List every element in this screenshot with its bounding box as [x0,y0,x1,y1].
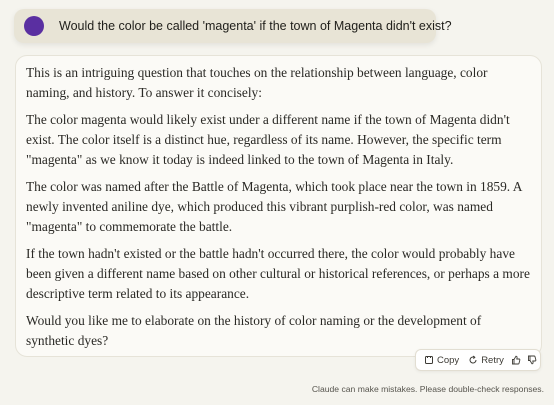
response-paragraph: If the town hadn't existed or the battle… [26,246,530,301]
copy-button[interactable]: Copy [424,355,459,366]
message-action-bar: Copy Retry [415,349,541,371]
response-paragraph: This is an intriguing question that touc… [26,65,488,100]
response-paragraph: The color magenta would likely exist und… [26,112,510,167]
retry-icon [468,355,478,365]
user-message-text: Would the color be called 'magenta' if t… [59,19,452,33]
thumbs-up-button[interactable] [511,355,521,365]
copy-icon [424,355,434,365]
assistant-response-text: This is an intriguing question that touc… [26,63,531,358]
user-message: Would the color be called 'magenta' if t… [14,9,452,43]
user-avatar [24,16,44,36]
response-paragraph: Would you like me to elaborate on the hi… [26,313,482,348]
thumbs-up-icon [511,355,521,365]
retry-label: Retry [481,354,504,366]
response-paragraph: The color was named after the Battle of … [26,179,522,234]
thumbs-down-button[interactable] [527,355,537,365]
assistant-response: This is an intriguing question that touc… [15,55,542,357]
disclaimer-text: Claude can make mistakes. Please double-… [311,384,544,394]
thumbs-down-icon [527,355,537,365]
retry-button[interactable]: Retry [468,355,504,366]
copy-label: Copy [437,354,460,366]
